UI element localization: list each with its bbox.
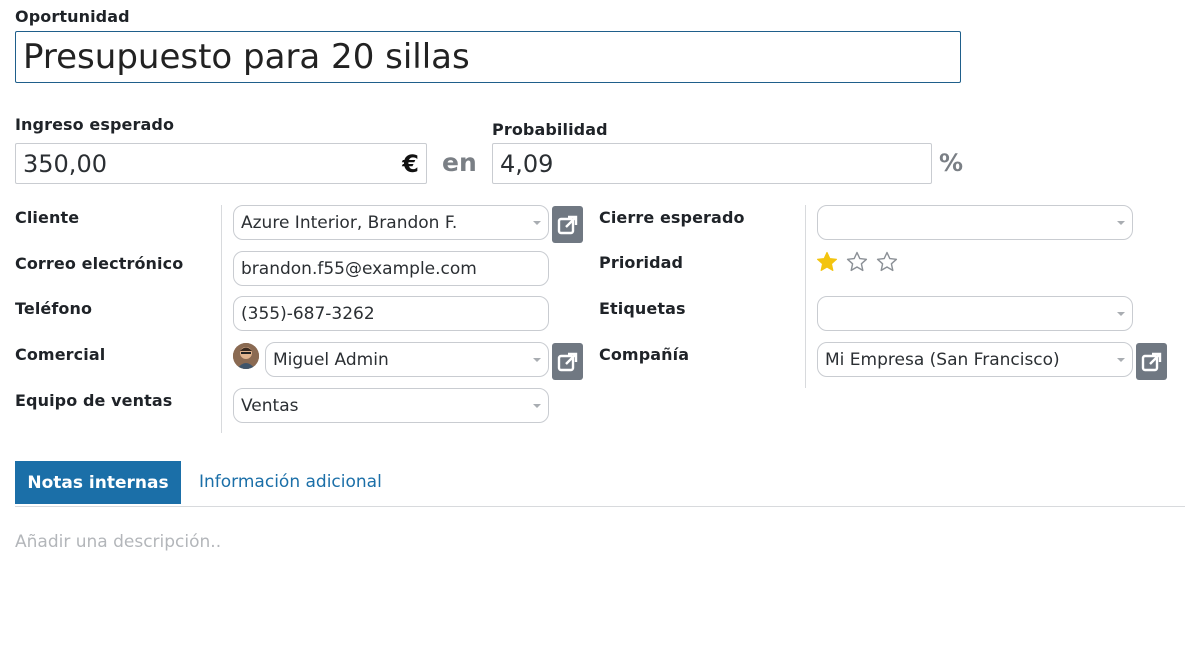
- email-input[interactable]: brandon.f55@example.com: [233, 251, 549, 286]
- caret-down-icon: [1117, 311, 1125, 316]
- caret-down-icon: [1117, 357, 1125, 362]
- company-external-link-button[interactable]: [1136, 343, 1167, 380]
- star-icon-2[interactable]: [845, 250, 869, 274]
- tab-internal-notes[interactable]: Notas internas: [15, 461, 181, 504]
- phone-value: (355)-687-3262: [241, 303, 375, 324]
- client-external-link-button[interactable]: [552, 206, 583, 243]
- email-value: brandon.f55@example.com: [241, 258, 477, 279]
- sales-team-label: Equipo de ventas: [15, 391, 173, 410]
- external-link-icon: [557, 352, 577, 371]
- salesperson-external-link-button[interactable]: [552, 343, 583, 380]
- phone-input[interactable]: (355)-687-3262: [233, 296, 549, 331]
- revenue-value: 350,00: [23, 149, 107, 178]
- probability-value: 4,09: [500, 149, 554, 178]
- left-column-separator: [221, 205, 222, 433]
- probability-input[interactable]: 4,09: [492, 143, 932, 184]
- star-icon-3[interactable]: [875, 250, 899, 274]
- caret-down-icon: [533, 220, 541, 225]
- opportunity-name-value: Presupuesto para 20 sillas: [23, 37, 470, 77]
- currency-symbol: €: [402, 149, 419, 178]
- currency-connector: en: [442, 148, 477, 177]
- client-value: Azure Interior, Brandon F.: [241, 212, 458, 233]
- revenue-input[interactable]: 350,00 €: [15, 143, 427, 184]
- tab-divider: [15, 506, 1185, 507]
- caret-down-icon: [533, 403, 541, 408]
- avatar: [233, 343, 259, 369]
- priority-label: Prioridad: [599, 253, 684, 272]
- expected-close-date-input[interactable]: [817, 205, 1133, 240]
- tab-additional-info[interactable]: Información adicional: [199, 472, 382, 492]
- opportunity-label: Oportunidad: [15, 7, 130, 26]
- revenue-label: Ingreso esperado: [15, 115, 175, 134]
- phone-label: Teléfono: [15, 299, 93, 318]
- caret-down-icon: [1117, 220, 1125, 225]
- caret-down-icon: [533, 357, 541, 362]
- probability-label: Probabilidad: [492, 120, 608, 139]
- client-select[interactable]: Azure Interior, Brandon F.: [233, 205, 549, 240]
- company-value: Mi Empresa (San Francisco): [825, 349, 1060, 370]
- salesperson-label: Comercial: [15, 345, 106, 364]
- company-label: Compañía: [599, 345, 690, 364]
- description-editor[interactable]: Añadir una descripción..: [15, 532, 1175, 552]
- expected-close-label: Cierre esperado: [599, 208, 745, 227]
- salesperson-select[interactable]: Miguel Admin: [265, 342, 549, 377]
- sales-team-value: Ventas: [241, 395, 299, 416]
- star-icon-1[interactable]: [815, 250, 839, 274]
- tags-select[interactable]: [817, 296, 1133, 331]
- sales-team-select[interactable]: Ventas: [233, 388, 549, 423]
- salesperson-value: Miguel Admin: [273, 349, 389, 370]
- percent-unit: %: [939, 149, 964, 177]
- external-link-icon: [557, 215, 577, 234]
- email-label: Correo electrónico: [15, 254, 184, 273]
- company-select[interactable]: Mi Empresa (San Francisco): [817, 342, 1133, 377]
- client-label: Cliente: [15, 208, 80, 227]
- opportunity-name-input[interactable]: Presupuesto para 20 sillas: [15, 31, 961, 83]
- external-link-icon: [1141, 352, 1161, 371]
- right-column-separator: [805, 205, 806, 388]
- tags-label: Etiquetas: [599, 299, 686, 318]
